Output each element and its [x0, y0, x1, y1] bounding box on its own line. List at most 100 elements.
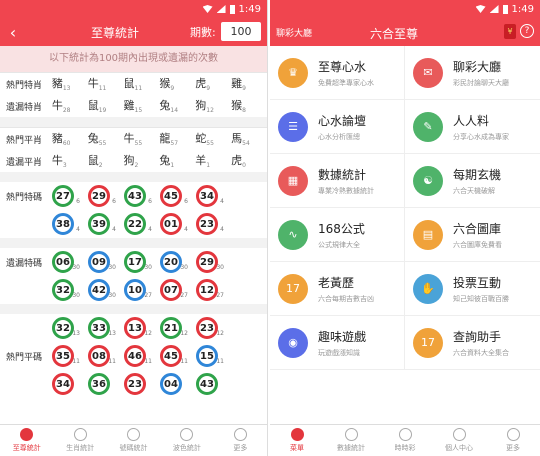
tab-label: 生肖統計: [66, 444, 95, 452]
menu-item[interactable]: ☰ 心水論壇 心水分析匯總: [270, 100, 405, 154]
right-header: 1:49 聊彩大廳 六合至尊 ¥ ?: [270, 0, 540, 46]
ball-count: 6: [112, 198, 116, 205]
number-ball[interactable]: 45 6: [160, 185, 188, 207]
tab-item[interactable]: 菜單: [270, 425, 324, 456]
number-ball[interactable]: 36: [88, 373, 110, 395]
zodiac-name: 猴: [231, 99, 243, 113]
zodiac-stats: 熱門特肖 豬13 牛11 鼠11 猴9 虎9 雞9 遺漏特肖 牛28 鼠19 雞15 兔14 狗12 猴8…: [0, 72, 267, 172]
menu-item[interactable]: ✉ 聊彩大廳 彩民討論聊天大廳: [405, 46, 540, 100]
menu-text: 老黃歷 六合每期吉數吉凶: [318, 274, 374, 304]
number-ball[interactable]: 13 12: [124, 317, 152, 339]
ball-number: 21: [164, 322, 178, 334]
section-divider: [0, 172, 267, 182]
feature-menu: ♛ 至尊心水 免費超準專家心水 ✉ 聊彩大廳 彩民討論聊天大廳 ☰ 心水論壇 心水分析匯總 ✎ 人人…: [270, 46, 540, 370]
ball-number: 42: [92, 284, 106, 296]
number-ball[interactable]: 21 12: [160, 317, 188, 339]
chat-hall-link[interactable]: 聊彩大廳: [276, 26, 312, 39]
tab-item[interactable]: 更多: [214, 425, 267, 456]
ball-number: 17: [128, 256, 142, 268]
menu-item[interactable]: 17 查詢助手 六合資料大全集合: [405, 316, 540, 370]
menu-item[interactable]: ◉ 趣味遊戲 玩遊戲漲知識: [270, 316, 405, 370]
tab-item[interactable]: 更多: [486, 425, 540, 456]
menu-item[interactable]: ▦ 數據統計 專業冷熱數據統計: [270, 154, 405, 208]
chat-icon: ✉: [413, 57, 443, 88]
zodiac-name: 虎: [195, 77, 207, 91]
number-ball[interactable]: 32 13: [52, 317, 80, 339]
number-ball[interactable]: 39 4: [88, 213, 116, 235]
menu-item[interactable]: ∿ 168公式 公式規律大全: [270, 208, 405, 262]
status-bar: 1:49: [0, 0, 267, 18]
number-ball[interactable]: 38 4: [52, 213, 80, 235]
ball-number: 12: [200, 284, 214, 296]
ball-count: 12: [144, 330, 152, 337]
red-envelope-icon[interactable]: ¥: [504, 24, 516, 39]
number-ball[interactable]: 12 27: [196, 279, 224, 301]
tab-item[interactable]: 號碼統計: [107, 425, 160, 456]
ball-number: 34: [56, 378, 70, 390]
ball-row: 32 13 33 13 13 12 21 12 23 12: [0, 314, 267, 342]
menu-subtitle: 六合天機破解: [453, 186, 495, 195]
zodiac-row: 熱門平肖 豬60 兔55 牛55 龍57 蛇55 馬54: [0, 128, 267, 150]
zodiac-row: 遺漏特肖 牛28 鼠19 雞15 兔14 狗12 猴8: [0, 95, 267, 117]
menu-item[interactable]: ♛ 至尊心水 免費超準專家心水: [270, 46, 405, 100]
ball-number: 08: [92, 350, 106, 362]
number-ball[interactable]: 29 30: [196, 251, 224, 273]
number-ball[interactable]: 23 12: [196, 317, 224, 339]
number-ball[interactable]: 23: [124, 373, 146, 395]
ball-count: 11: [108, 358, 116, 365]
ball-number: 04: [164, 378, 178, 390]
ball-count: 27: [180, 292, 188, 299]
zodiac-count: 1: [170, 162, 175, 170]
number-ball[interactable]: 32 30: [52, 279, 80, 301]
number-ball[interactable]: 10 27: [124, 279, 152, 301]
menu-item[interactable]: ☯ 每期玄機 六合天機破解: [405, 154, 540, 208]
menu-item[interactable]: ✎ 人人料 分享心水成為專家: [405, 100, 540, 154]
number-ball[interactable]: 43 6: [124, 185, 152, 207]
zodiac-name: 羊: [195, 154, 207, 168]
tab-item[interactable]: 波色統計: [160, 425, 213, 456]
number-ball[interactable]: 27 6: [52, 185, 80, 207]
tab-item[interactable]: 至尊統計: [0, 425, 53, 456]
menu-title: 聊彩大廳: [453, 59, 502, 74]
menu-item[interactable]: 17 老黃歷 六合每期吉數吉凶: [270, 262, 405, 316]
number-ball[interactable]: 33 13: [88, 317, 116, 339]
number-ball[interactable]: 35 11: [52, 345, 80, 367]
tab-item[interactable]: 時時彩: [378, 425, 432, 456]
number-ball[interactable]: 09 30: [88, 251, 116, 273]
tab-item[interactable]: 個人中心: [432, 425, 486, 456]
period-input[interactable]: 100: [221, 22, 261, 41]
number-ball[interactable]: 29 6: [88, 185, 116, 207]
menu-title: 查詢助手: [453, 329, 502, 344]
help-icon[interactable]: ?: [520, 24, 534, 38]
ball-row: 32 30 42 30 10 27 07 27 12 27: [0, 276, 267, 304]
number-ball[interactable]: 15 11: [196, 345, 224, 367]
tab-icon: [506, 428, 520, 441]
number-ball[interactable]: 46 11: [124, 345, 152, 367]
number-ball[interactable]: 01 4: [160, 213, 188, 235]
number-ball[interactable]: 08 11: [88, 345, 116, 367]
number-ball[interactable]: 17 30: [124, 251, 152, 273]
zodiac-count: 28: [62, 107, 71, 115]
menu-item[interactable]: ▤ 六合圖庫 六合圖庫免費看: [405, 208, 540, 262]
number-ball[interactable]: 22 4: [124, 213, 152, 235]
zodiac-count: 15: [134, 107, 143, 115]
number-ball[interactable]: 43: [196, 373, 218, 395]
notice-banner: 以下統計為100期內出現或遺漏的次數: [0, 46, 267, 72]
tab-item[interactable]: 生肖統計: [53, 425, 106, 456]
number-ball[interactable]: 06 30: [52, 251, 80, 273]
ball-count: 11: [180, 358, 188, 365]
number-ball[interactable]: 04: [160, 373, 182, 395]
number-ball[interactable]: 34 4: [196, 185, 224, 207]
menu-item[interactable]: ✋ 投票互動 知己知彼百戰百勝: [405, 262, 540, 316]
section-divider: [0, 117, 267, 127]
number-ball[interactable]: 34: [52, 373, 74, 395]
back-icon[interactable]: ‹: [6, 23, 20, 42]
number-stats: 熱門特碼 27 6 29 6 43 6 45 6 34 4 38 4 39 4 22 4 01 4 23 4 遺漏特碼 06…: [0, 172, 267, 398]
number-ball[interactable]: 23 4: [196, 213, 224, 235]
zodiac-cell: 馬54: [231, 130, 267, 147]
number-ball[interactable]: 20 30: [160, 251, 188, 273]
number-ball[interactable]: 45 11: [160, 345, 188, 367]
tab-item[interactable]: 數據統計: [324, 425, 378, 456]
number-ball[interactable]: 42 30: [88, 279, 116, 301]
number-ball[interactable]: 07 27: [160, 279, 188, 301]
